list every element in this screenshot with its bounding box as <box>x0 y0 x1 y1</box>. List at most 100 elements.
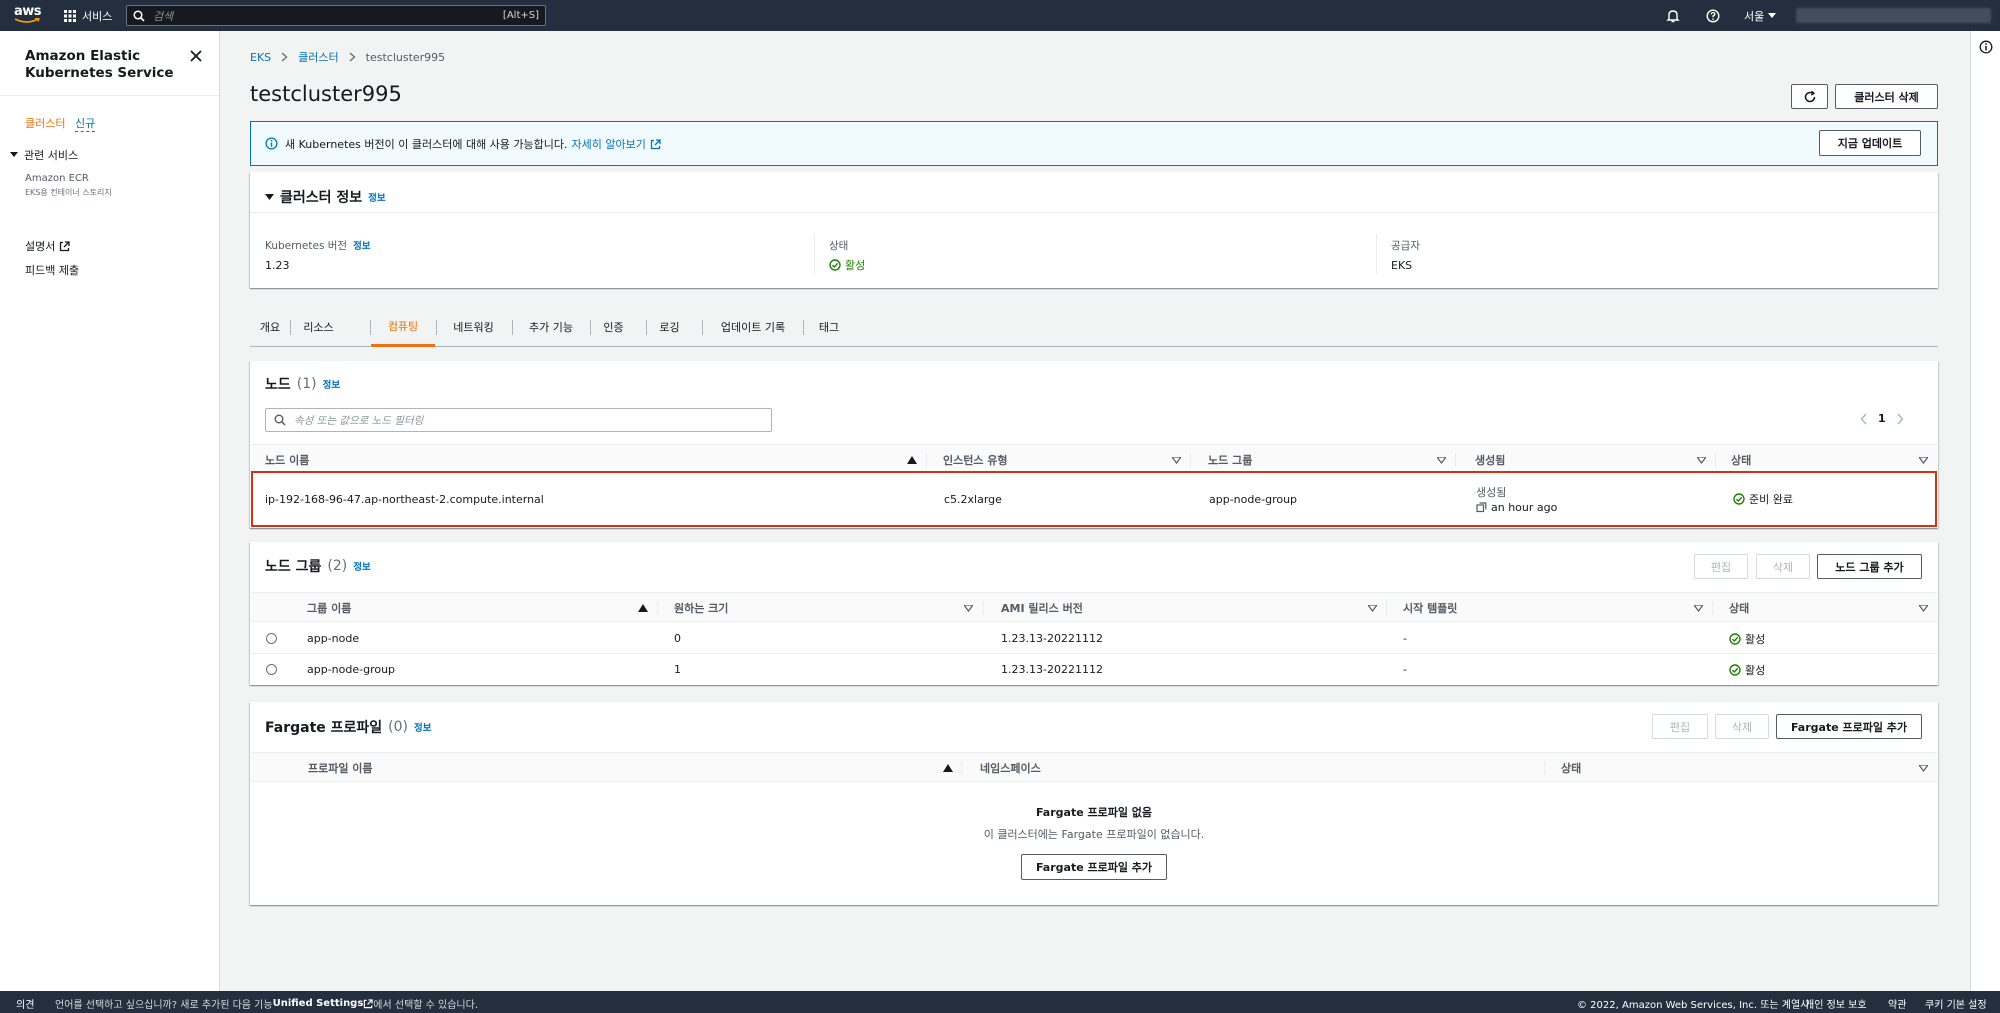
new-badge: 신규 <box>75 117 96 132</box>
chevron-left-icon[interactable] <box>1860 413 1868 425</box>
node-groups-header: 노드 그룹 (2) 정보 <box>265 556 371 576</box>
tab-add-ons[interactable]: 추가 기능 <box>513 307 589 347</box>
tab-logging[interactable]: 로깅 <box>647 307 692 347</box>
refresh-button[interactable] <box>1791 84 1828 109</box>
tab-update-history[interactable]: 업데이트 기록 <box>703 307 803 347</box>
bell-icon <box>1666 9 1680 22</box>
sidebar-title[interactable]: Amazon Elastic Kubernetes Service <box>25 48 175 82</box>
sort-icon[interactable] <box>1368 605 1377 612</box>
add-fargate-profile-button[interactable]: Fargate 프로파일 추가 <box>1776 714 1922 739</box>
update-now-button[interactable]: 지금 업데이트 <box>1819 130 1921 156</box>
tab-compute[interactable]: 컴퓨팅 <box>371 307 435 347</box>
services-menu[interactable]: 서비스 <box>64 0 112 31</box>
sort-icon[interactable] <box>1697 457 1706 464</box>
info-icon[interactable] <box>1979 40 1993 54</box>
node-group-name-link[interactable]: app-node <box>307 632 359 645</box>
info-icon <box>265 137 278 150</box>
sidebar-item-clusters[interactable]: 클러스터 <box>25 115 65 131</box>
sort-icon[interactable] <box>1919 457 1928 464</box>
desired-size[interactable]: 1 <box>674 663 681 676</box>
breadcrumb-eks[interactable]: EKS <box>250 51 271 64</box>
node-group-radio[interactable] <box>266 664 277 675</box>
col-profile-name[interactable]: 프로파일 이름 <box>308 753 373 783</box>
column-separator <box>983 601 984 615</box>
close-icon[interactable] <box>188 48 204 64</box>
privacy-link[interactable]: 개인 정보 보호 <box>1805 996 1867 1011</box>
fargate-empty-description: 이 클러스터에는 Fargate 프로파일이 없습니다. <box>983 828 1205 841</box>
global-search-input[interactable]: 검색 [Alt+S] <box>126 5 546 26</box>
tab-overview[interactable]: 개요 <box>250 307 290 347</box>
cluster-info-header[interactable]: 클러스터 정보 정보 <box>265 187 386 207</box>
fargate-info-link[interactable]: 정보 <box>414 720 431 734</box>
col-ami-version[interactable]: AMI 릴리스 버전 <box>1001 593 1083 623</box>
node-status-text: 준비 완료 <box>1749 493 1793 506</box>
breadcrumb-current: testcluster995 <box>365 50 446 64</box>
delete-fargate-button[interactable]: 삭제 <box>1715 714 1769 739</box>
sort-icon[interactable] <box>1694 605 1703 612</box>
sidebar-item-ecr[interactable]: Amazon ECR <box>25 173 89 184</box>
sort-icon[interactable] <box>1919 605 1928 612</box>
table-row[interactable]: ip-192-168-96-47.ap-northeast-2.compute.… <box>251 471 1937 527</box>
tab-tags[interactable]: 태그 <box>804 307 854 347</box>
col-status[interactable]: 상태 <box>1729 593 1749 623</box>
k8s-version-info-link[interactable]: 정보 <box>353 238 370 253</box>
unified-settings-link[interactable]: Unified Settings <box>273 998 364 1009</box>
sidebar-section-related[interactable]: 관련 서비스 <box>10 147 78 163</box>
node-group-link[interactable]: app-node-group <box>1209 493 1297 506</box>
region-selector[interactable]: 서울 <box>1744 0 1777 31</box>
col-group-name[interactable]: 그룹 이름 <box>307 593 351 623</box>
success-check-icon <box>1729 664 1741 676</box>
tab-resources[interactable]: 리소스 <box>291 307 346 347</box>
add-node-group-button[interactable]: 노드 그룹 추가 <box>1817 554 1922 579</box>
sort-icon[interactable] <box>1437 457 1446 464</box>
language-notice: 언어를 선택하고 싶으십니까? 새로 추가된 다음 기능 Unified Set… <box>55 996 478 1011</box>
learn-more-link[interactable]: 자세히 알아보기 <box>572 136 646 152</box>
sort-icon[interactable] <box>1919 765 1928 772</box>
sort-ascending-icon[interactable] <box>638 604 648 612</box>
add-fargate-profile-empty-button[interactable]: Fargate 프로파일 추가 <box>1021 854 1167 880</box>
node-group-name-link[interactable]: app-node-group <box>307 663 395 676</box>
tab-networking[interactable]: 네트워킹 <box>437 307 510 347</box>
col-status[interactable]: 상태 <box>1561 753 1581 783</box>
sort-ascending-icon[interactable] <box>907 456 917 464</box>
notifications-button[interactable] <box>1666 0 1680 31</box>
col-launch-template[interactable]: 시작 템플릿 <box>1403 593 1457 623</box>
created-label: 생성됨 <box>1476 486 1507 499</box>
sort-ascending-icon[interactable] <box>943 764 953 772</box>
caret-down-icon <box>265 193 274 200</box>
column-separator <box>1190 453 1191 467</box>
sort-icon[interactable] <box>964 605 973 612</box>
node-group-radio[interactable] <box>266 633 277 644</box>
tab-access[interactable]: 인증 <box>591 307 636 347</box>
edit-node-group-button[interactable]: 편집 <box>1694 554 1748 579</box>
sidebar-item-feedback[interactable]: 피드백 제출 <box>25 262 79 278</box>
aws-logo[interactable]: aws <box>14 5 44 27</box>
sort-icon[interactable] <box>1172 457 1181 464</box>
delete-node-group-button[interactable]: 삭제 <box>1756 554 1810 579</box>
node-filter-input[interactable]: 속성 또는 값으로 노드 필터링 <box>265 408 772 432</box>
terms-link[interactable]: 약관 <box>1888 996 1906 1011</box>
cluster-info-info-link[interactable]: 정보 <box>368 190 385 204</box>
delete-cluster-button[interactable]: 클러스터 삭제 <box>1835 84 1938 109</box>
current-page[interactable]: 1 <box>1878 412 1886 425</box>
sidebar-divider <box>0 95 219 96</box>
alert-message: 새 Kubernetes 버전이 이 클러스터에 대해 사용 가능합니다. 자세… <box>285 136 661 152</box>
copy-icon[interactable] <box>1476 502 1487 513</box>
breadcrumb-clusters[interactable]: 클러스터 <box>298 49 338 65</box>
column-separator <box>1544 761 1545 775</box>
nodes-info-link[interactable]: 정보 <box>323 377 340 391</box>
nodes-count: (1) <box>296 376 317 392</box>
node-name-link[interactable]: ip-192-168-96-47.ap-northeast-2.compute.… <box>265 493 544 506</box>
sidebar-item-docs[interactable]: 설명서 <box>25 238 71 254</box>
cookie-preferences-link[interactable]: 쿠키 기본 설정 <box>1925 996 1987 1011</box>
chevron-right-icon[interactable] <box>1896 413 1904 425</box>
edit-fargate-button[interactable]: 편집 <box>1652 714 1708 739</box>
account-menu[interactable] <box>1796 8 1991 23</box>
external-link-icon <box>364 998 373 1008</box>
created-time: an hour ago <box>1491 501 1558 514</box>
help-button[interactable] <box>1706 0 1720 31</box>
feedback-link[interactable]: 의견 <box>16 996 34 1011</box>
col-desired-size[interactable]: 원하는 크기 <box>674 593 728 623</box>
node-groups-info-link[interactable]: 정보 <box>353 559 370 573</box>
footer: 의견 언어를 선택하고 싶으십니까? 새로 추가된 다음 기능 Unified … <box>0 991 2000 1013</box>
